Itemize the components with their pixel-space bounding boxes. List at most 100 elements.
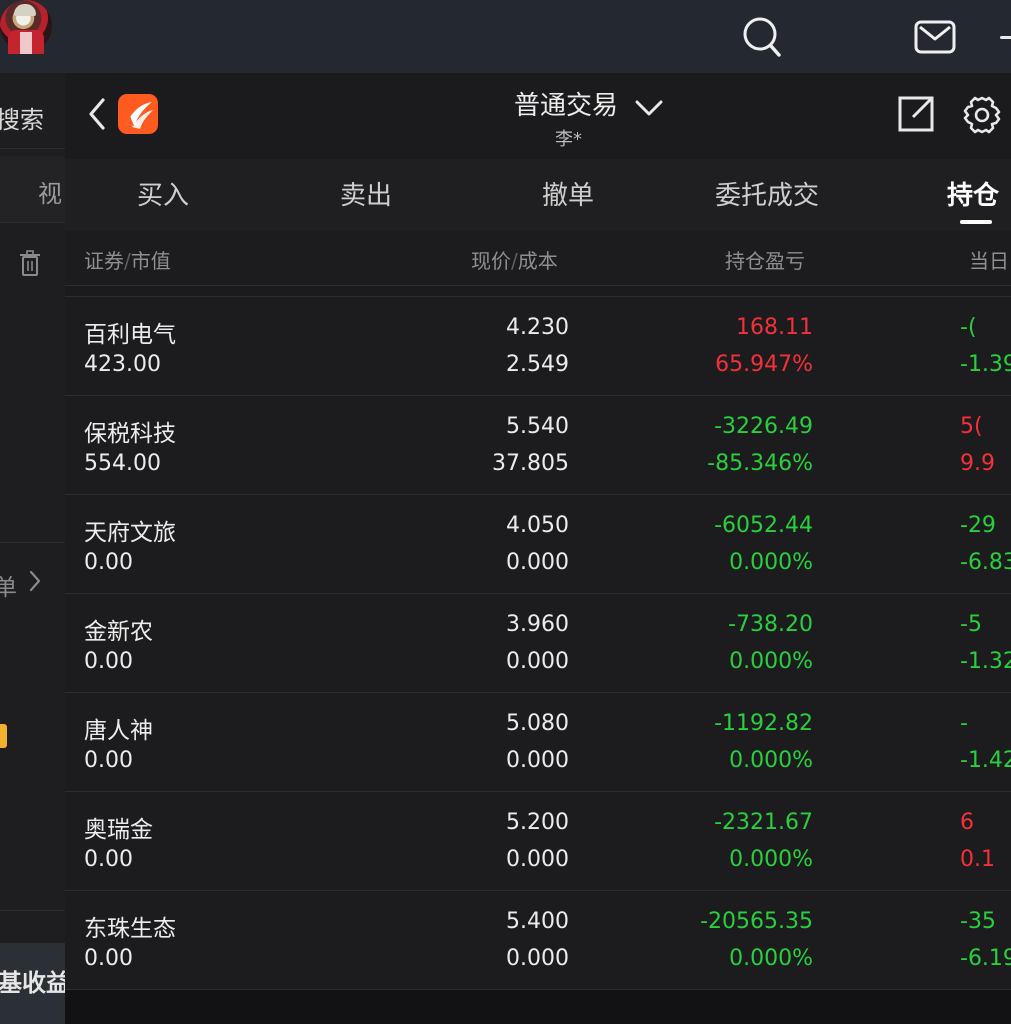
back-icon[interactable] <box>87 97 107 135</box>
day-pl: -( <box>960 315 977 340</box>
day-pl: -35 <box>960 909 996 934</box>
position-pl: -3226.49 <box>714 414 813 439</box>
day-pl-pct: -1.42 <box>960 748 1011 773</box>
header-security-market-value[interactable]: 证券/市值 <box>84 245 171 274</box>
plus-icon[interactable] <box>1000 36 1011 39</box>
position-row[interactable]: 唐人神 0.00 5.080 0.000 -1192.82 0.000% - -… <box>65 692 1011 791</box>
list-footer <box>65 989 1011 1024</box>
avatar[interactable] <box>0 0 52 54</box>
day-pl: - <box>960 711 968 736</box>
position-pl-pct: 0.000% <box>729 550 813 575</box>
security-name: 保税科技 <box>84 421 176 447</box>
chevron-down-icon[interactable] <box>635 99 663 121</box>
mail-icon[interactable] <box>914 20 956 58</box>
current-price: 5.080 <box>506 711 569 736</box>
app-logo[interactable] <box>118 94 158 134</box>
trading-panel: 普通交易 李* 买入 卖出 撤单 委托成交 持仓 证券/市值 现价/成本 持仓盈… <box>65 73 1011 1024</box>
security-name: 唐人神 <box>84 718 153 744</box>
position-pl-pct: 0.000% <box>729 748 813 773</box>
position-pl-pct: 0.000% <box>729 649 813 674</box>
tab-positions[interactable]: 持仓 <box>947 175 999 212</box>
position-pl: 168.11 <box>736 315 813 340</box>
position-row[interactable]: 保税科技 554.00 5.540 37.805 -3226.49 -85.34… <box>65 395 1011 494</box>
day-pl: 5( <box>960 414 983 439</box>
search-icon[interactable] <box>742 16 782 62</box>
chevron-right-icon[interactable] <box>28 570 42 596</box>
position-pl-pct: -85.346% <box>707 451 813 476</box>
market-value: 554.00 <box>84 451 161 476</box>
position-row[interactable]: 百利电气 423.00 4.230 2.549 168.11 65.947% -… <box>65 296 1011 395</box>
app-window: 搜索 视 单 基收益 普通交易 李* 买入 卖出 撤单 委托成交 持仓 证券/市… <box>0 0 1011 1024</box>
position-pl: -1192.82 <box>714 711 813 736</box>
tab-orders-fills[interactable]: 委托成交 <box>715 175 819 212</box>
cost-price: 0.000 <box>506 847 569 872</box>
export-icon[interactable] <box>897 95 935 137</box>
security-name: 百利电气 <box>84 322 176 348</box>
position-row[interactable]: 金新农 0.00 3.960 0.000 -738.20 0.000% -5 -… <box>65 593 1011 692</box>
day-pl: -5 <box>960 612 982 637</box>
header-day-pl[interactable]: 当日 <box>969 245 1009 274</box>
current-price: 3.960 <box>506 612 569 637</box>
position-pl-pct: 0.000% <box>729 847 813 872</box>
position-row[interactable]: 奥瑞金 0.00 5.200 0.000 -2321.67 0.000% 6 0… <box>65 791 1011 890</box>
position-pl: -738.20 <box>728 612 813 637</box>
active-tab-indicator <box>960 220 992 224</box>
top-bar <box>0 0 1011 73</box>
trash-icon[interactable] <box>19 250 41 280</box>
security-name: 金新农 <box>84 619 153 645</box>
day-pl: 6 <box>960 810 974 835</box>
left-fund-label: 基收益 <box>0 969 70 997</box>
position-pl: -20565.35 <box>700 909 813 934</box>
cost-price: 37.805 <box>492 451 569 476</box>
security-name: 奥瑞金 <box>84 817 153 843</box>
header-security: 证券 <box>84 249 124 273</box>
header-cost: 成本 <box>517 249 558 273</box>
market-value: 0.00 <box>84 550 133 575</box>
account-name: 李* <box>555 129 582 150</box>
divider <box>65 285 1011 286</box>
current-price: 5.200 <box>506 810 569 835</box>
current-price: 4.050 <box>506 513 569 538</box>
day-pl: -29 <box>960 513 996 538</box>
page-title[interactable]: 普通交易 <box>514 85 618 122</box>
market-value: 423.00 <box>84 352 161 377</box>
badge-shape <box>0 724 7 748</box>
left-search-label[interactable]: 搜索 <box>0 100 44 135</box>
divider <box>0 222 65 223</box>
market-value: 0.00 <box>84 649 133 674</box>
tab-cancel-order[interactable]: 撤单 <box>542 175 594 212</box>
day-pl-pct: -6.83 <box>960 550 1011 575</box>
position-row[interactable]: 天府文旅 0.00 4.050 0.000 -6052.44 0.000% -2… <box>65 494 1011 593</box>
nav-bar: 普通交易 李* <box>65 73 1011 159</box>
left-view-label: 视 <box>38 180 62 208</box>
cost-price: 0.000 <box>506 649 569 674</box>
market-value: 0.00 <box>84 847 133 872</box>
divider <box>0 148 65 149</box>
header-price-cost[interactable]: 现价/成本 <box>471 245 558 274</box>
day-pl-pct: -1.32 <box>960 649 1011 674</box>
cost-price: 0.000 <box>506 946 569 971</box>
avatar-hat-shape <box>14 4 36 16</box>
current-price: 4.230 <box>506 315 569 340</box>
header-market-value: 市值 <box>130 249 171 273</box>
left-item-label[interactable]: 单 <box>0 568 17 602</box>
current-price: 5.540 <box>506 414 569 439</box>
market-value: 0.00 <box>84 946 133 971</box>
gear-icon[interactable] <box>962 95 1002 139</box>
day-pl-pct: -6.19 <box>960 946 1011 971</box>
header-price: 现价 <box>471 249 511 273</box>
position-row[interactable]: 东珠生态 0.00 5.400 0.000 -20565.35 0.000% -… <box>65 890 1011 989</box>
divider <box>0 910 65 911</box>
position-pl: -6052.44 <box>714 513 813 538</box>
cost-price: 0.000 <box>506 550 569 575</box>
day-pl-pct: 9.9 <box>960 451 995 476</box>
tab-bar: 买入 卖出 撤单 委托成交 持仓 <box>65 159 1011 231</box>
position-pl-pct: 65.947% <box>715 352 813 377</box>
market-value: 0.00 <box>84 748 133 773</box>
header-position-pl[interactable]: 持仓盈亏 <box>725 245 805 274</box>
position-pl-pct: 0.000% <box>729 946 813 971</box>
tab-buy[interactable]: 买入 <box>137 175 189 212</box>
tab-sell[interactable]: 卖出 <box>340 175 392 212</box>
cost-price: 2.549 <box>506 352 569 377</box>
position-pl: -2321.67 <box>714 810 813 835</box>
